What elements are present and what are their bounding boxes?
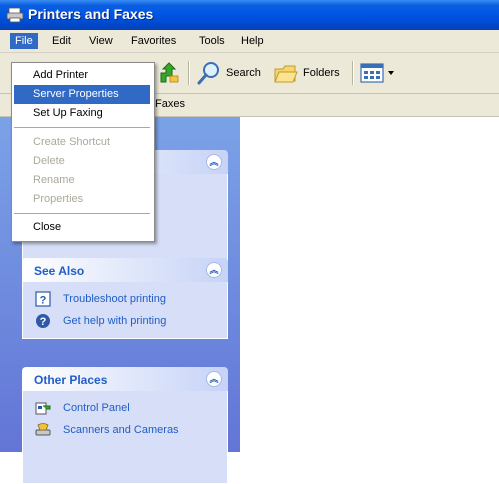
panel-body: Control Panel Scanners and Cameras [22,391,228,484]
get-help-printing-link[interactable]: ? Get help with printing [23,310,227,332]
folders-icon [274,65,298,83]
menu-item-close[interactable]: Close [14,218,150,237]
menu-item-server-properties[interactable]: Server Properties [14,85,150,104]
toolbar-separator [352,61,354,85]
address-text[interactable]: Faxes [155,98,185,110]
file-menu-dropdown: Add Printer Server Properties Set Up Fax… [11,62,155,242]
menu-item-add-printer[interactable]: Add Printer [14,66,150,85]
troubleshoot-printing-link[interactable]: ? Troubleshoot printing [23,288,227,310]
menu-favorites[interactable]: Favorites [126,33,181,49]
menu-edit[interactable]: Edit [47,33,76,49]
menu-item-rename: Rename [33,174,75,186]
link-label: Get help with printing [63,315,167,327]
search-icon [197,62,219,85]
link-label: Troubleshoot printing [63,293,166,305]
dropdown-arrow-icon [388,71,394,75]
question-icon: ? [36,314,50,328]
scanner-icon [35,423,51,436]
menu-item-create-shortcut: Create Shortcut [33,136,111,148]
views-icon [360,63,384,83]
menu-view[interactable]: View [84,33,118,49]
search-label: Search [226,67,261,79]
menu-file[interactable]: File [10,33,38,49]
menu-item-properties: Properties [33,193,84,205]
menu-item-set-up-faxing[interactable]: Set Up Faxing [14,104,150,123]
collapse-chevron-icon[interactable]: ︽ [206,154,222,170]
up-folder-button[interactable] [158,59,180,87]
panel-body: ? Troubleshoot printing ? Get help with … [22,282,228,339]
see-also-panel: See Also ︽ ? Troubleshoot printing ? Get… [22,258,228,339]
views-button[interactable] [360,59,394,87]
control-panel-link[interactable]: Control Panel [23,397,227,419]
printer-icon [6,7,24,23]
svg-text:?: ? [40,316,47,328]
control-panel-icon [35,402,51,415]
scanners-cameras-link[interactable]: Scanners and Cameras [23,419,227,441]
link-label: Scanners and Cameras [63,424,179,436]
folders-label: Folders [303,67,340,79]
collapse-chevron-icon[interactable]: ︽ [206,262,222,278]
toolbar-separator [188,61,190,85]
link-label: Control Panel [63,402,130,414]
window-title: Printers and Faxes [28,6,154,22]
panel-header[interactable]: See Also ︽ [22,258,228,282]
menu-separator [14,213,150,214]
menu-item-delete: Delete [33,155,65,167]
title-bar[interactable]: Printers and Faxes [0,0,499,30]
menu-help[interactable]: Help [236,33,269,49]
panel-header[interactable]: Other Places ︽ [22,367,228,391]
help-icon: ? [35,291,51,307]
folders-button[interactable]: Folders [273,59,340,87]
menu-tools[interactable]: Tools [194,33,230,49]
collapse-chevron-icon[interactable]: ︽ [206,371,222,387]
panel-title: Other Places [34,373,108,387]
svg-text:?: ? [40,295,47,307]
panel-title: See Also [34,264,85,278]
content-pane[interactable] [240,117,499,452]
up-folder-icon [160,62,179,83]
search-button[interactable]: Search [196,59,261,87]
menu-separator [14,127,150,128]
other-places-panel: Other Places ︽ Control Panel Scanners an… [22,367,228,484]
menu-bar: File Edit View Favorites Tools Help [0,30,499,53]
